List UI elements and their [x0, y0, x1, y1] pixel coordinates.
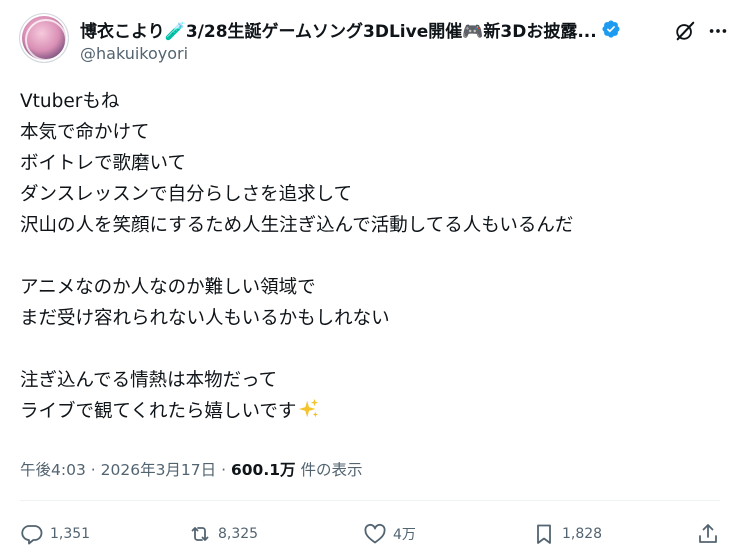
heart-icon	[364, 523, 386, 544]
more-icon[interactable]	[706, 20, 730, 42]
repost-button[interactable]: 8,325	[188, 522, 258, 546]
tweet-line: 本気で命かけて	[20, 122, 150, 143]
avatar[interactable]	[20, 14, 68, 62]
tweet-line: Vtuberもね	[20, 91, 120, 112]
handle[interactable]: @hakuikoyori	[80, 44, 188, 63]
reply-count: 1,351	[50, 526, 91, 542]
tweet-line: ボイトレで歌磨いて	[20, 153, 186, 174]
bookmark-count: 1,828	[562, 526, 603, 542]
reply-button[interactable]: 1,351	[20, 522, 90, 546]
sparkles-emoji	[299, 398, 319, 418]
repost-count: 8,325	[218, 526, 259, 542]
repost-icon	[191, 527, 209, 541]
action-bar: 1,351 8,325 4万 1,828	[20, 518, 720, 554]
like-button[interactable]: 4万	[363, 522, 416, 546]
like-count: 4万	[393, 527, 416, 543]
view-count: 600.1万	[230, 461, 296, 479]
meta-separator: ·	[221, 461, 227, 479]
bookmark-icon	[537, 524, 551, 544]
tweet-line: 沢山の人を笑顔にするため人生注ぎ込んで活動してる人もいるんだ	[20, 215, 574, 236]
tweet-line: ダンスレッスンで自分らしさを追求して	[20, 184, 353, 205]
bookmark-button[interactable]: 1,828	[532, 522, 602, 546]
grok-icon[interactable]	[674, 20, 696, 42]
tweet-line: 注ぎ込んでる情熱は本物だって	[20, 370, 278, 391]
tweet-line: アニメなのか人なのか難しい領域で	[20, 277, 316, 298]
share-icon	[699, 524, 717, 543]
view-label: 件の表示	[300, 461, 363, 479]
verified-badge-icon	[602, 20, 620, 38]
tweet-line: まだ受け容れられない人もいるかもしれない	[20, 308, 390, 329]
meta-separator: ·	[90, 461, 96, 479]
tweet-header: 博衣こより🧪3/28生誕ゲームソング3DLive開催🎮新3Dお披露... @ha…	[20, 10, 727, 70]
tweet-line-text: ライブで観てくれたら嬉しいです	[20, 401, 297, 422]
display-name[interactable]: 博衣こより🧪3/28生誕ゲームソング3DLive開催🎮新3Dお披露...	[80, 17, 597, 42]
tweet-meta: 午後4:03 · 2026年3月17日 · 600.1万 件の表示	[20, 458, 362, 480]
tweet-last-line: ライブで観てくれたら嬉しいです	[20, 396, 720, 427]
tweet-date[interactable]: 2026年3月17日	[101, 461, 217, 479]
tweet-text: Vtuberもね 本気で命かけて ボイトレで歌磨いて ダンスレッスンで自分らしさ…	[20, 86, 720, 427]
reply-icon	[21, 525, 43, 545]
divider	[20, 500, 720, 501]
name-row: 博衣こより🧪3/28生誕ゲームソング3DLive開催🎮新3Dお披露...	[80, 16, 690, 42]
share-button[interactable]	[696, 522, 720, 546]
tweet-time[interactable]: 午後4:03	[20, 461, 86, 479]
